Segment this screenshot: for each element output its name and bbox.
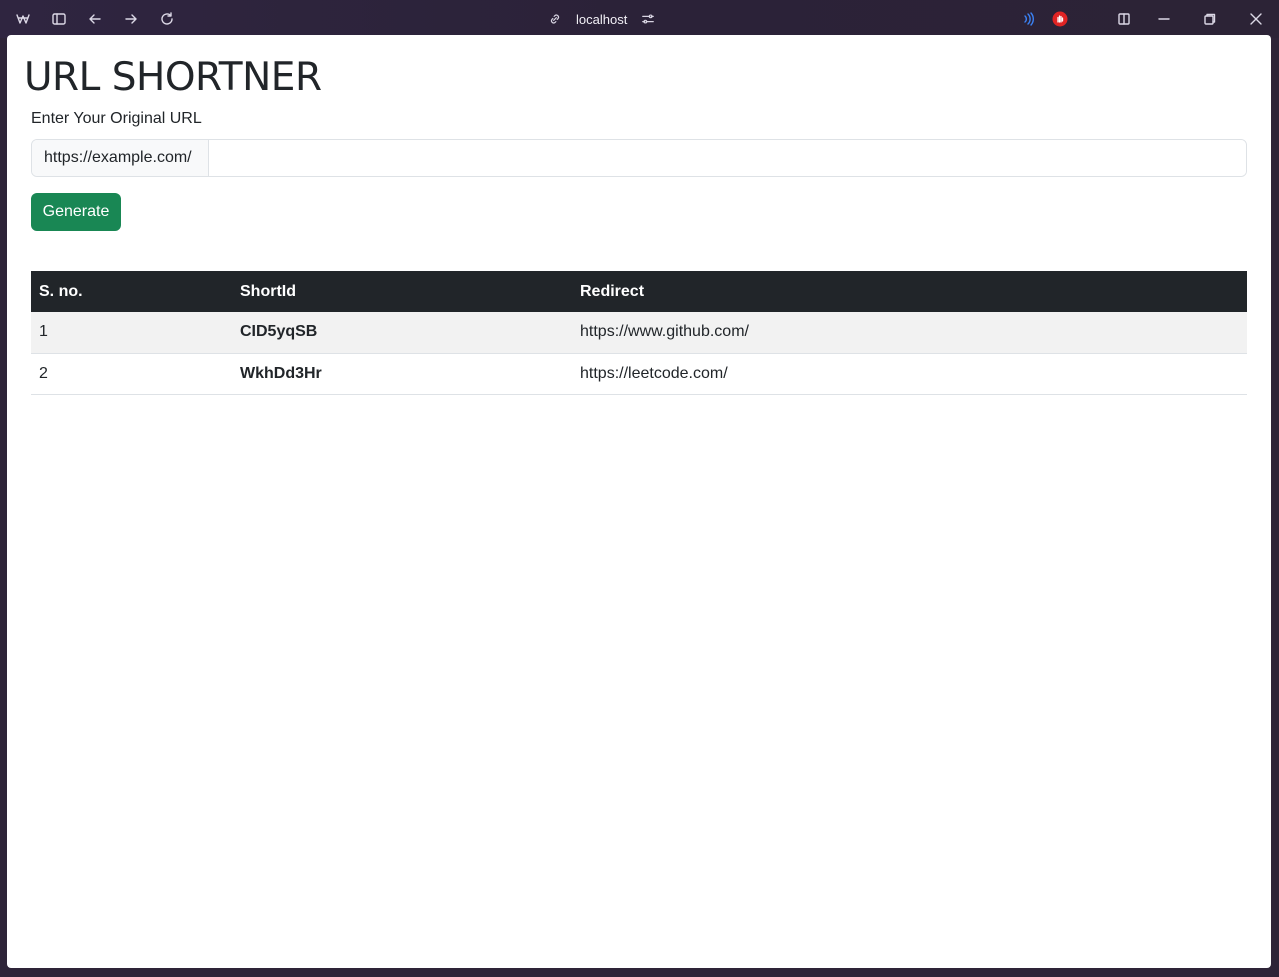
url-label: Enter Your Original URL	[31, 110, 202, 127]
cell-shortid: WkhDd3Hr	[232, 353, 572, 395]
cell-redirect: https://www.github.com/	[572, 312, 1247, 354]
cell-sno: 2	[31, 353, 232, 395]
close-icon[interactable]	[1243, 7, 1269, 31]
cell-sno: 1	[31, 312, 232, 354]
app-logo-icon[interactable]	[10, 7, 36, 31]
table-header-row: S. no. ShortId Redirect	[31, 271, 1247, 312]
header-sno: S. no.	[39, 282, 83, 300]
table-row: 2 WkhDd3Hr https://leetcode.com/	[31, 353, 1247, 395]
site-settings-icon[interactable]	[641, 12, 655, 26]
forward-icon[interactable]	[118, 7, 144, 31]
header-redirect: Redirect	[580, 282, 645, 300]
read-aloud-icon[interactable]	[1015, 7, 1041, 31]
minimize-icon[interactable]	[1151, 7, 1177, 31]
generate-button[interactable]: Generate	[31, 193, 121, 231]
cell-shortid: CID5yqSB	[232, 312, 572, 354]
urls-table: S. no. ShortId Redirect 1 CID5yqSB https…	[31, 271, 1247, 395]
url-input[interactable]	[209, 140, 1246, 176]
page-title: URL SHORTNER	[24, 55, 322, 100]
back-icon[interactable]	[82, 7, 108, 31]
url-input-group: https://example.com/	[31, 139, 1247, 177]
reload-icon[interactable]	[154, 7, 180, 31]
header-shortid: ShortId	[240, 282, 296, 300]
restore-icon[interactable]	[1197, 7, 1223, 31]
adblock-icon[interactable]	[1047, 7, 1073, 31]
browser-titlebar: localhost	[0, 0, 1279, 38]
page-viewport: URL SHORTNER Enter Your Original URL htt…	[7, 35, 1271, 968]
table-row: 1 CID5yqSB https://www.github.com/	[31, 312, 1247, 354]
split-view-icon[interactable]	[1111, 7, 1137, 31]
address-text: localhost	[576, 11, 628, 27]
cell-redirect: https://leetcode.com/	[572, 353, 1247, 395]
url-prefix: https://example.com/	[32, 140, 209, 176]
link-icon	[550, 14, 560, 24]
address-bar[interactable]: localhost	[548, 7, 668, 31]
sidebar-toggle-icon[interactable]	[46, 7, 72, 31]
